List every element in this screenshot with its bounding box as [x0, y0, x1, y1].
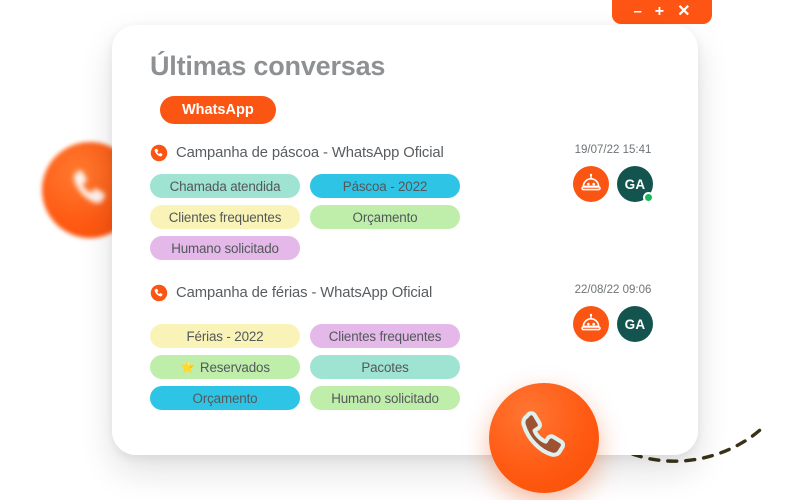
conversation-item[interactable]: Campanha de férias - WhatsApp Oficial 22…	[150, 284, 668, 410]
minimize-button[interactable]: –	[633, 4, 641, 19]
user-avatar[interactable]: GA	[617, 306, 653, 342]
avatar-initials-label: GA	[624, 176, 646, 192]
bot-avatar-icon	[581, 313, 601, 331]
maximize-button[interactable]: +	[655, 4, 664, 20]
bot-avatar-icon	[581, 173, 601, 191]
conversation-title: Campanha de páscoa - WhatsApp Oficial	[176, 145, 444, 161]
tag-chip[interactable]: ⭐ Reservados	[150, 355, 300, 379]
tag-chip[interactable]: Orçamento	[310, 205, 460, 229]
conversation-timestamp: 22/08/22 09:06	[574, 284, 652, 296]
bot-avatar[interactable]	[573, 306, 609, 342]
tag-label: Reservados	[199, 359, 270, 375]
tag-chip[interactable]: Clientes frequentes	[150, 205, 300, 229]
floating-phone-bubble-large[interactable]	[489, 383, 599, 493]
avatar-group: GA	[558, 166, 668, 203]
online-status-dot	[643, 192, 654, 203]
conversations-card: Últimas conversas WhatsApp Campanha de p…	[112, 25, 698, 455]
whatsapp-phone-icon	[150, 144, 168, 162]
tag-chip[interactable]: Humano solicitado	[150, 236, 300, 260]
tag-row: Clientes frequentes Orçamento	[150, 205, 668, 229]
user-avatar[interactable]: GA	[617, 166, 654, 203]
tag-chip[interactable]: Páscoa - 2022	[310, 174, 460, 198]
whatsapp-phone-icon	[150, 284, 168, 302]
phone-handset-icon	[521, 411, 566, 457]
conversation-title: Campanha de férias - WhatsApp Oficial	[176, 285, 433, 301]
screenshot-root: – + ✕ Últimas conversas WhatsApp Campanh…	[0, 0, 810, 500]
tag-chip[interactable]: Pacotes	[310, 355, 460, 379]
tag-chip[interactable]: Clientes frequentes	[310, 324, 460, 348]
avatar-group: GA	[558, 306, 668, 342]
conversation-meta: 19/07/22 15:41 GA	[558, 144, 668, 203]
conversation-meta: 22/08/22 09:06 GA	[558, 284, 668, 342]
conversation-timestamp: 19/07/22 15:41	[574, 144, 652, 156]
tag-chip[interactable]: Orçamento	[150, 386, 300, 410]
conversation-item[interactable]: Campanha de páscoa - WhatsApp Oficial 19…	[150, 144, 668, 260]
tag-chip[interactable]: Chamada atendida	[150, 174, 300, 198]
channel-filter-whatsapp[interactable]: WhatsApp	[160, 96, 276, 124]
phone-handset-icon	[73, 170, 105, 204]
tag-chip[interactable]: Humano solicitado	[310, 386, 460, 410]
bot-avatar[interactable]	[573, 166, 609, 202]
page-title: Últimas conversas	[150, 51, 386, 81]
close-button[interactable]: ✕	[677, 4, 690, 20]
window-controls[interactable]: – + ✕	[612, 0, 712, 24]
avatar-initials-label: GA	[624, 316, 646, 332]
star-icon: ⭐	[180, 360, 195, 374]
tag-row: Orçamento Humano solicitado	[150, 386, 668, 410]
tag-row: ⭐ Reservados Pacotes	[150, 355, 668, 379]
tag-chip[interactable]: Férias - 2022	[150, 324, 300, 348]
tag-row: Humano solicitado	[150, 236, 668, 260]
